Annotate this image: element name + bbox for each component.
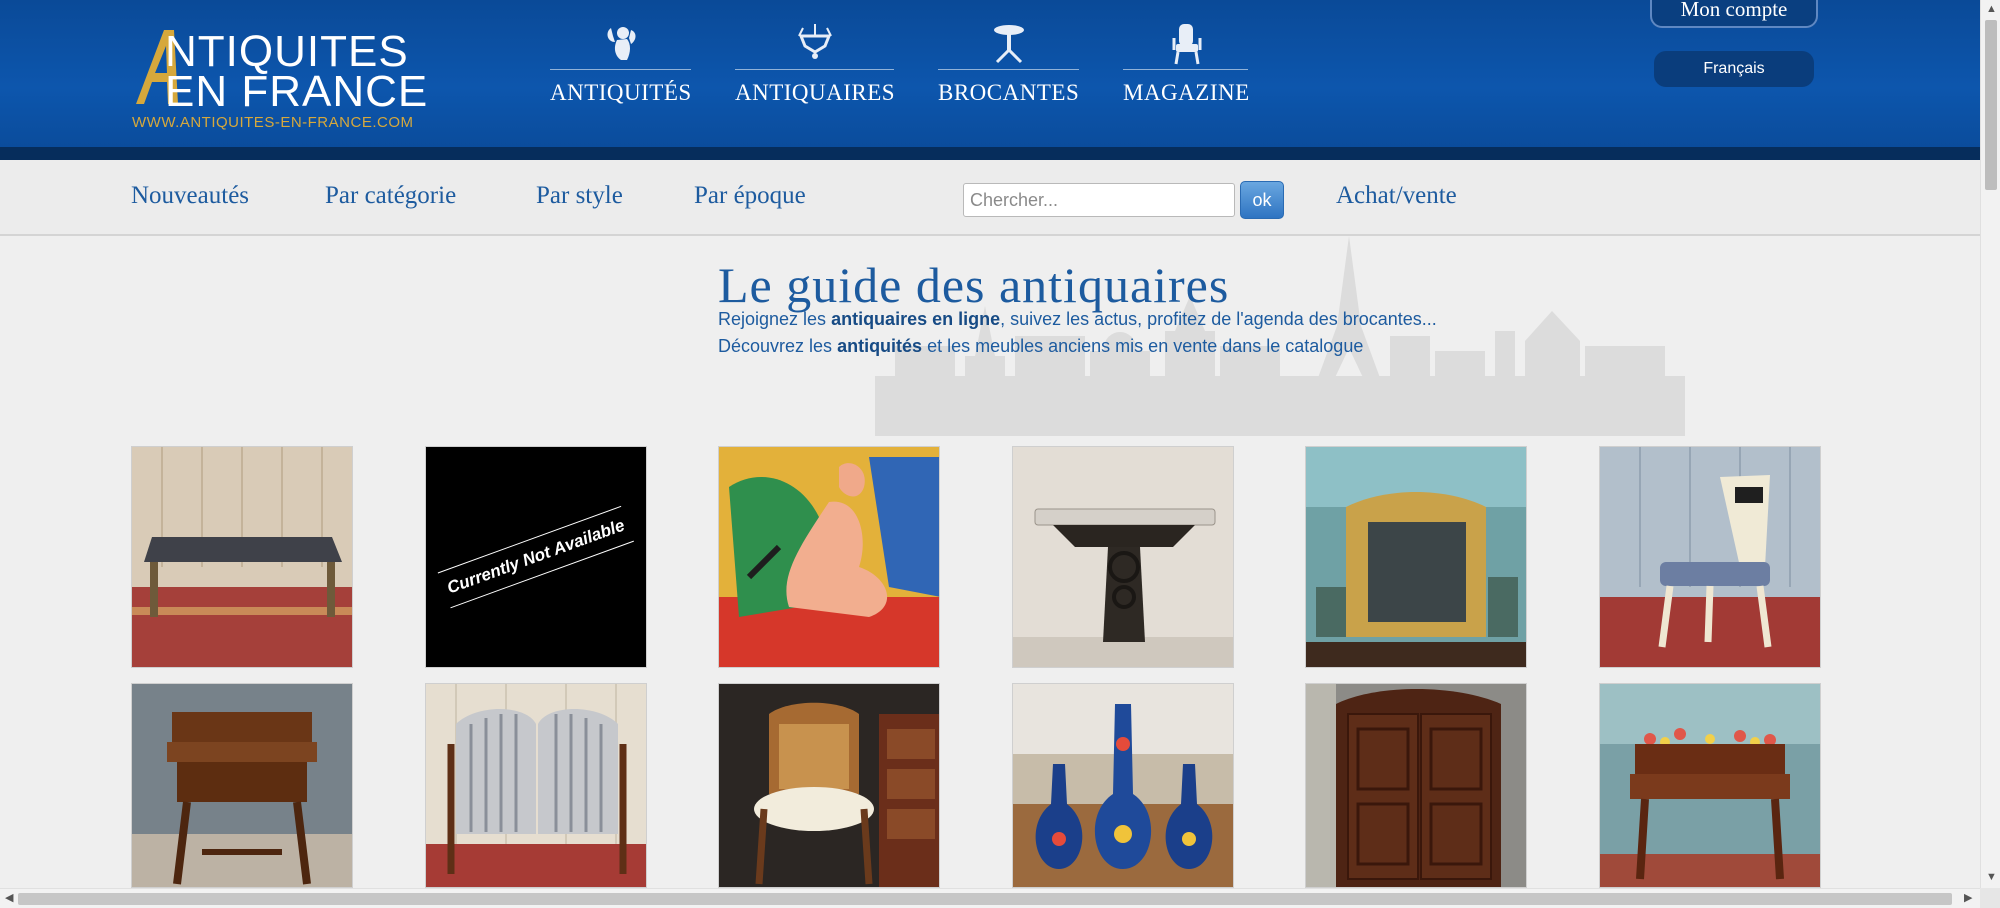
nav-brocantes-label: BROCANTES — [938, 80, 1080, 105]
vertical-scrollbar[interactable]: ▲ ▼ — [1980, 0, 2000, 888]
unavailable-label: Currently Not Available — [437, 505, 635, 609]
site-logo[interactable]: NTIQUITES EN FRANCE WWW.ANTIQUITES-EN-FR… — [130, 26, 450, 136]
product-card[interactable] — [1305, 446, 1527, 668]
gilt-mirror-photo — [1306, 447, 1526, 667]
console-table-photo — [1013, 447, 1233, 667]
hero-line1-text-end: , suivez les actus, profitez de l'agenda… — [1000, 309, 1437, 329]
cane-armchair-photo — [719, 684, 939, 887]
scroll-up-arrow-icon[interactable]: ▲ — [1986, 4, 1997, 15]
language-selector[interactable]: Français — [1654, 51, 1814, 87]
corner-armchairs-photo — [426, 684, 646, 887]
work-table-photo — [132, 684, 352, 887]
planter-table-photo — [1600, 684, 1820, 887]
product-card[interactable] — [1012, 683, 1234, 888]
vertical-scroll-thumb[interactable] — [1985, 20, 1997, 190]
hero-line2-text-end: et les meubles anciens mis en vente dans… — [922, 336, 1364, 356]
product-card[interactable] — [131, 446, 353, 668]
armchair-icon — [1172, 24, 1201, 65]
subnav-nouveautes[interactable]: Nouveautés — [131, 182, 249, 210]
pedestal-table-icon — [993, 25, 1024, 64]
subnav-par-style[interactable]: Par style — [536, 182, 623, 210]
subnav-par-epoque[interactable]: Par époque — [694, 182, 806, 210]
hero-line1-text: Rejoignez les — [718, 309, 832, 329]
antiquites-link[interactable]: antiquités — [837, 336, 922, 356]
armoire-photo — [1306, 684, 1526, 887]
nav-antiquites[interactable]: ANTIQUITÉS — [550, 22, 691, 112]
header-strip — [0, 147, 1980, 160]
subnav-achat-vente[interactable]: Achat/vente — [1336, 182, 1457, 210]
product-card[interactable] — [1012, 446, 1234, 668]
product-card[interactable] — [718, 446, 940, 668]
search-input[interactable] — [963, 183, 1235, 217]
search-button[interactable]: ok — [1240, 181, 1284, 219]
nav-brocantes[interactable]: BROCANTES — [938, 22, 1079, 112]
product-card[interactable] — [425, 683, 647, 888]
product-card[interactable] — [1305, 683, 1527, 888]
antiquaires-en-ligne-link[interactable]: antiquaires en ligne — [831, 309, 1000, 329]
nav-divider — [735, 69, 894, 70]
scrollbar-corner — [1980, 888, 2000, 908]
subnav-par-categorie[interactable]: Par catégorie — [325, 182, 456, 210]
nav-antiquites-label: ANTIQUITÉS — [550, 80, 692, 105]
nav-divider — [938, 69, 1079, 70]
nav-antiquaires[interactable]: ANTIQUAIRES — [735, 22, 896, 112]
scroll-right-arrow-icon[interactable]: ▶ — [1964, 893, 1972, 904]
page-title: Le guide des antiquaires — [718, 257, 1230, 313]
product-card[interactable] — [1599, 683, 1821, 888]
account-button[interactable]: Mon compte — [1650, 0, 1818, 28]
hero-line2-text: Découvrez les — [718, 336, 838, 356]
product-card[interactable] — [718, 683, 940, 888]
logo-url: WWW.ANTIQUITES-EN-FRANCE.COM — [132, 114, 414, 131]
nav-antiquaires-label: ANTIQUAIRES — [735, 80, 896, 105]
cherub-icon — [607, 27, 635, 60]
product-card[interactable] — [131, 683, 353, 888]
logo-text-line2: EN FRANCE — [165, 67, 429, 116]
horizontal-scroll-thumb[interactable] — [18, 893, 1952, 905]
secondary-nav: Nouveautés Par catégorie Par style Par é… — [0, 160, 1980, 236]
nav-divider — [550, 69, 691, 70]
chair-photo — [1600, 447, 1820, 667]
nav-divider — [1123, 69, 1248, 70]
nav-magazine[interactable]: MAGAZINE — [1123, 22, 1250, 112]
product-card[interactable] — [1599, 446, 1821, 668]
product-card[interactable]: Currently Not Available — [425, 446, 647, 668]
scroll-down-arrow-icon[interactable]: ▼ — [1986, 872, 1997, 883]
vases-photo — [1013, 684, 1233, 887]
nude-painting-photo — [719, 447, 939, 667]
hero-intro-line2: Découvrez les antiquités et les meubles … — [718, 336, 1363, 357]
scroll-left-arrow-icon[interactable]: ◀ — [5, 893, 13, 904]
horizontal-scrollbar[interactable]: ◀ ▶ — [0, 888, 1980, 908]
coffee-table-photo — [132, 447, 352, 667]
chandelier-icon — [797, 24, 832, 59]
hero-intro-line1: Rejoignez les antiquaires en ligne, suiv… — [718, 309, 1437, 330]
nav-magazine-label: MAGAZINE — [1123, 80, 1250, 105]
